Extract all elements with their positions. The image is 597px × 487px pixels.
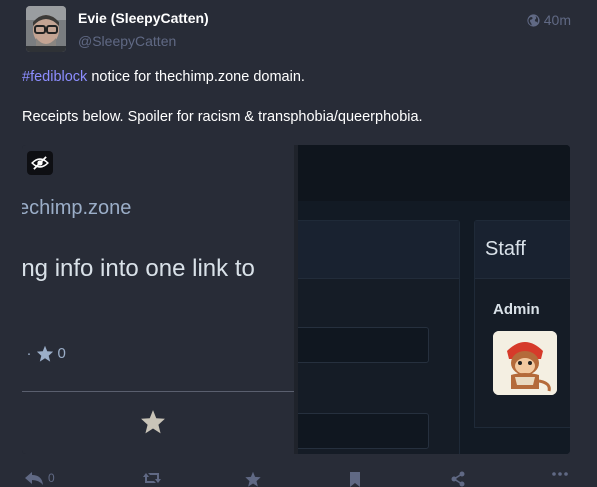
screenshot-panel: [298, 220, 460, 454]
star-icon: [140, 409, 166, 439]
star-icon: [36, 345, 53, 362]
screenshot-staff-header: Staff: [475, 221, 570, 279]
status-card: Evie (SleepyCatten) @SleepyCatten 40m #f…: [0, 0, 597, 487]
crop-star-count: 0: [57, 345, 66, 362]
status-content: #fediblock notice for thechimp.zone doma…: [22, 67, 577, 147]
more-button[interactable]: [552, 471, 568, 477]
hashtag-link[interactable]: #fediblock: [22, 69, 87, 85]
reply-button[interactable]: 0: [24, 471, 55, 485]
eye-slash-icon: [31, 156, 49, 170]
admin-avatar: [493, 331, 557, 395]
media-gallery: echimp.zone ing info into one link to 0 …: [22, 145, 570, 454]
reply-count: 0: [48, 471, 55, 485]
status-meta[interactable]: 40m: [527, 12, 571, 28]
media-item-1[interactable]: echimp.zone ing info into one link to 0 …: [22, 145, 294, 454]
reply-icon: [25, 472, 43, 485]
relative-time: 40m: [543, 12, 571, 28]
content-text-1: notice for thechimp.zone domain.: [87, 69, 305, 85]
globe-icon: [527, 13, 540, 27]
crop-counts-prefix: 0 ·: [22, 345, 32, 362]
hide-media-button[interactable]: [27, 151, 53, 175]
favourite-button[interactable]: [244, 471, 262, 487]
avatar[interactable]: [26, 6, 66, 52]
admin-label: Admin: [493, 301, 540, 318]
content-line-2: Receipts below. Spoiler for racism & tra…: [22, 109, 423, 125]
bookmark-icon: [350, 472, 360, 487]
boost-icon: [143, 473, 161, 483]
more-icon: [552, 472, 568, 476]
share-button[interactable]: [450, 471, 466, 487]
staff-title: Staff: [485, 238, 526, 260]
share-icon: [451, 471, 465, 487]
display-name[interactable]: Evie (SleepyCatten): [78, 10, 209, 26]
crop-counts: 0 · 0: [22, 345, 66, 362]
favourite-icon: [245, 471, 261, 487]
account-handle[interactable]: @SleepyCatten: [78, 33, 176, 49]
avatar-image: [26, 6, 66, 52]
screenshot-field: [298, 413, 429, 449]
screenshot-topbar: [298, 145, 570, 201]
media-item-2[interactable]: Staff Admin: [298, 145, 570, 454]
crop-domain-text: echimp.zone: [22, 197, 132, 219]
crop-title-text: ing info into one link to: [22, 255, 255, 282]
screenshot-field: [298, 327, 429, 363]
content-line-1: #fediblock notice for thechimp.zone doma…: [22, 67, 577, 87]
screenshot-staff-panel: Staff Admin: [474, 220, 570, 454]
divider: [22, 391, 294, 392]
screenshot-footer: [474, 427, 570, 454]
bookmark-button[interactable]: [349, 471, 361, 487]
action-bar: 0: [0, 465, 597, 487]
boost-button[interactable]: [142, 471, 162, 485]
screenshot-panel-header: [298, 221, 459, 279]
